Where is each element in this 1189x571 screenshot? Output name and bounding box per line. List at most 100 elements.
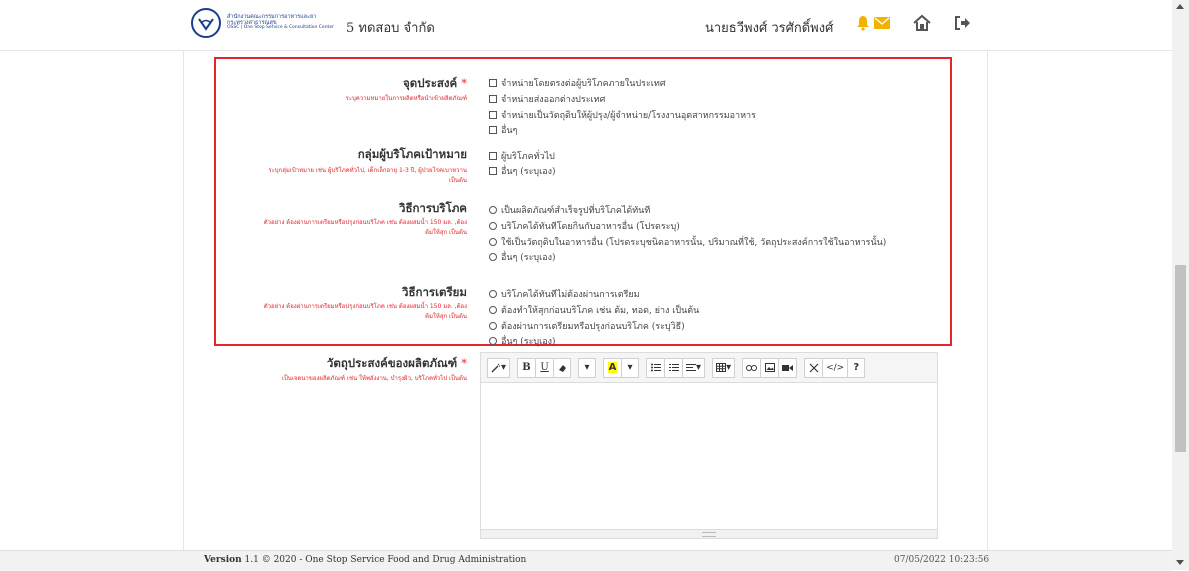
- misc-group: </> ?: [804, 357, 866, 378]
- scrollbar-thumb[interactable]: [1175, 265, 1186, 452]
- preparation-option-2[interactable]: ต้องทำให้สุกก่อนบริโภค เช่น ต้ม, ทอด, ย่…: [489, 303, 699, 317]
- preparation-label: วิธีการเตรียม: [402, 285, 467, 299]
- notification-area[interactable]: [855, 15, 890, 31]
- preparation-option-3[interactable]: ต้องผ่านการเตรียมหรือปรุงก่อนบริโภค (ระบ…: [489, 319, 685, 333]
- purpose-label: จุดประสงค์ *: [403, 75, 467, 93]
- ordered-list-icon[interactable]: [664, 357, 683, 378]
- checkbox[interactable]: [489, 167, 497, 175]
- option-label: เป็นผลิตภัณฑ์สำเร็จรูปที่บริโภคได้ทันที: [501, 206, 651, 216]
- font-size-icon[interactable]: ▾: [578, 357, 597, 378]
- content-right-border: [987, 50, 988, 550]
- bell-icon[interactable]: [855, 15, 871, 31]
- version-label: Version: [204, 555, 242, 565]
- footer: Version 1.1 © 2020 - One Stop Service Fo…: [0, 550, 1172, 571]
- option-label: ใช้เป็นวัตถุดิบในอาหารอื่น (โปรดระบุชนิด…: [501, 238, 887, 248]
- editor-content-area[interactable]: [481, 383, 937, 531]
- bold-icon[interactable]: B: [517, 357, 536, 378]
- logo-line3: OSSC | One Stop Service & Consultation C…: [227, 25, 334, 31]
- option-label: จำหน่ายโดยตรงต่อผู้บริโภคภายในประเทศ: [501, 79, 666, 89]
- home-icon[interactable]: [912, 14, 932, 32]
- paragraph-icon[interactable]: ▾: [682, 357, 706, 378]
- option-label: จำหน่ายเป็นวัตถุดิบให้ผู้ปรุง/ผู้จำหน่าย…: [501, 111, 756, 121]
- target-group-option-2[interactable]: อื่นๆ (ระบุเอง): [489, 164, 556, 178]
- hint-line: เป็นต้น: [449, 176, 467, 184]
- option-label: ผู้บริโภคทั่วไป: [501, 152, 555, 162]
- option-label: บริโภคได้ทันทีไม่ต้องผ่านการเตรียม: [501, 290, 640, 300]
- option-label: บริโภคได้ทันทีโดยกินกับอาหารอื่น (โปรดระ…: [501, 222, 680, 232]
- logout-icon[interactable]: [954, 15, 972, 31]
- scroll-up-arrow-icon[interactable]: [1176, 4, 1184, 9]
- editor-resize-handle[interactable]: [481, 529, 937, 538]
- radio-button[interactable]: [489, 206, 497, 214]
- insert-group: [742, 357, 798, 378]
- mail-icon[interactable]: [874, 17, 890, 29]
- checkbox[interactable]: [489, 95, 497, 103]
- checkbox[interactable]: [489, 126, 497, 134]
- consumption-option-2[interactable]: บริโภคได้ทันทีโดยกินกับอาหารอื่น (โปรดระ…: [489, 219, 680, 233]
- consumption-option-1[interactable]: เป็นผลิตภัณฑ์สำเร็จรูปที่บริโภคได้ทันที: [489, 203, 650, 217]
- option-label: ต้องทำให้สุกก่อนบริโภค เช่น ต้ม, ทอด, ย่…: [501, 306, 700, 316]
- required-mark: *: [461, 356, 467, 370]
- hint-line: ต้มให้สุก เป็นต้น: [425, 312, 467, 320]
- option-label: อื่นๆ (ระบุเอง): [501, 337, 556, 347]
- paragraph-group: ▾: [646, 357, 706, 378]
- consumption-hint: ตัวอย่าง ต้องผ่านการเตรียมหรือปรุงก่อนบร…: [264, 218, 467, 237]
- fda-logo[interactable]: สำนักงานคณะกรรมการอาหารและยา กระทรวงสาธา…: [191, 8, 334, 38]
- radio-button[interactable]: [489, 238, 497, 246]
- checkbox[interactable]: [489, 152, 497, 160]
- top-navbar: สำนักงานคณะกรรมการอาหารและยา กระทรวงสาธา…: [0, 0, 1172, 51]
- help-icon[interactable]: ?: [847, 357, 866, 378]
- radio-button[interactable]: [489, 290, 497, 298]
- checkbox[interactable]: [489, 111, 497, 119]
- radio-button[interactable]: [489, 306, 497, 314]
- purpose-option-4[interactable]: อื่นๆ: [489, 123, 517, 137]
- product-purpose-editor: ▾ B U ▾ A ▾ ▾ ▾ </> ?: [480, 352, 938, 539]
- consumption-option-4[interactable]: อื่นๆ (ระบุเอง): [489, 250, 556, 264]
- company-name: 5 ทดสอบ จำกัด: [346, 21, 435, 36]
- scroll-down-arrow-icon[interactable]: [1176, 560, 1184, 565]
- footer-version: Version 1.1 © 2020 - One Stop Service Fo…: [204, 555, 526, 565]
- eraser-icon[interactable]: [553, 357, 572, 378]
- color-group: A ▾: [603, 357, 640, 378]
- picture-icon[interactable]: [760, 357, 779, 378]
- video-icon[interactable]: [778, 357, 798, 378]
- consumption-label: วิธีการบริโภค: [398, 201, 467, 215]
- option-label: อื่นๆ (ระบุเอง): [501, 253, 556, 263]
- radio-button[interactable]: [489, 222, 497, 230]
- consumption-option-3[interactable]: ใช้เป็นวัตถุดิบในอาหารอื่น (โปรดระบุชนิด…: [489, 235, 886, 249]
- radio-button[interactable]: [489, 253, 497, 261]
- style-group: ▾: [487, 357, 511, 378]
- font-size-group: ▾: [578, 357, 597, 378]
- radio-button[interactable]: [489, 337, 497, 345]
- preparation-hint: ตัวอย่าง ต้องผ่านการเตรียมหรือปรุงก่อนบร…: [264, 302, 467, 321]
- option-label: อื่นๆ (ระบุเอง): [501, 167, 556, 177]
- color-dropdown-icon[interactable]: ▾: [621, 357, 640, 378]
- purpose-option-3[interactable]: จำหน่ายเป็นวัตถุดิบให้ผู้ปรุง/ผู้จำหน่าย…: [489, 108, 756, 122]
- page-scrollbar[interactable]: [1172, 0, 1189, 570]
- code-view-icon[interactable]: </>: [822, 357, 848, 378]
- checkbox[interactable]: [489, 79, 497, 87]
- version-text: 1.1 © 2020 - One Stop Service Food and D…: [244, 555, 527, 565]
- table-icon[interactable]: ▾: [712, 357, 736, 378]
- option-label: จำหน่ายส่งออกต่างประเทศ: [501, 95, 606, 105]
- font-color-icon[interactable]: A: [603, 357, 622, 378]
- user-name[interactable]: นายธวีพงศ์ วรศักดิ์พงศ์: [705, 17, 833, 38]
- radio-button[interactable]: [489, 322, 497, 330]
- magic-wand-icon[interactable]: ▾: [487, 357, 511, 378]
- preparation-option-4[interactable]: อื่นๆ (ระบุเอง): [489, 334, 556, 348]
- option-label: ต้องผ่านการเตรียมหรือปรุงก่อนบริโภค (ระบ…: [501, 322, 685, 332]
- purpose-option-1[interactable]: จำหน่ายโดยตรงต่อผู้บริโภคภายในประเทศ: [489, 76, 666, 90]
- target-group-hint: ระบุกลุ่มเป้าหมาย เช่น ผู้บริโภคทั่วไป, …: [268, 166, 467, 185]
- header-actions: [855, 14, 972, 32]
- preparation-option-1[interactable]: บริโภคได้ทันทีไม่ต้องผ่านการเตรียม: [489, 287, 640, 301]
- purpose-option-2[interactable]: จำหน่ายส่งออกต่างประเทศ: [489, 92, 605, 106]
- fullscreen-icon[interactable]: [804, 357, 823, 378]
- unordered-list-icon[interactable]: [646, 357, 665, 378]
- link-icon[interactable]: [742, 357, 761, 378]
- underline-icon[interactable]: U: [535, 357, 554, 378]
- target-group-option-1[interactable]: ผู้บริโภคทั่วไป: [489, 149, 555, 163]
- product-purpose-hint: เป็นเจตนาของผลิตภัณฑ์ เช่น ให้พลังงาน, บ…: [281, 375, 467, 382]
- required-mark: *: [461, 76, 467, 90]
- table-group: ▾: [712, 357, 736, 378]
- hint-line: ตัวอย่าง ต้องผ่านการเตรียมหรือปรุงก่อนบร…: [263, 303, 467, 310]
